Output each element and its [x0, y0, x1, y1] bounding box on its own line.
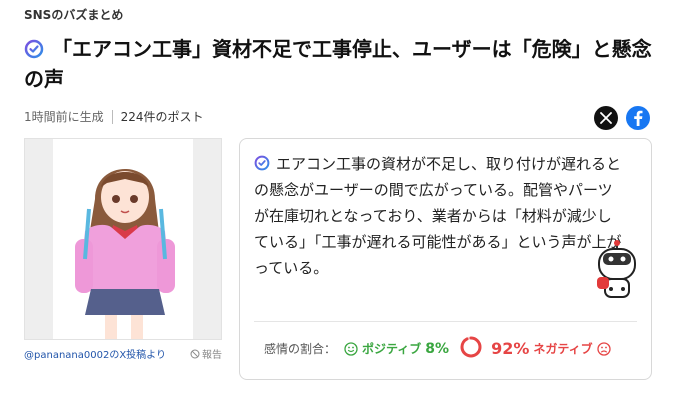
article-headline[interactable]: 「エアコン工事」資材不足で工事停止、ユーザーは「危険」と懸念の声	[24, 34, 654, 94]
card-divider	[254, 321, 637, 322]
category-label: SNSのバズまとめ	[24, 8, 124, 22]
sentiment-ring-chart	[459, 335, 483, 362]
positive-indicator: ポジティブ 8%	[344, 340, 449, 357]
headline-text: 「エアコン工事」資材不足で工事停止、ユーザーは「危険」と懸念の声	[24, 37, 652, 91]
summary-text: エアコン工事の資材が不足し、取り付けが遅れるとの懸念がユーザーの間で広がっている…	[254, 155, 622, 277]
prohibit-icon	[190, 349, 200, 358]
share-facebook-button[interactable]	[626, 106, 650, 130]
sentiment-ratio: 感情の割合： ポジティブ 8% 92% ネガティブ	[264, 335, 611, 362]
sentiment-label: 感情の割合：	[264, 342, 337, 356]
negative-indicator: 92% ネガティブ	[491, 339, 611, 358]
bolt-badge-icon	[24, 37, 44, 59]
summary-card: エアコン工事の資材が不足し、取り付けが遅れるとの懸念がユーザーの間で広がっている…	[239, 138, 652, 380]
facebook-logo-icon	[634, 110, 643, 126]
robot-mascot-icon	[593, 239, 641, 303]
generated-time: 1時間前に生成	[24, 110, 104, 124]
report-label: 報告	[202, 350, 222, 361]
x-logo-icon	[600, 112, 612, 124]
smile-icon	[344, 341, 358, 356]
bolt-badge-icon	[254, 153, 270, 171]
positive-percent: 8%	[425, 340, 450, 357]
post-image[interactable]	[24, 138, 222, 340]
negative-ring-arc	[460, 336, 482, 358]
positive-label: ポジティブ	[362, 342, 422, 356]
anime-girl-illustration	[53, 139, 193, 339]
negative-percent: 92%	[491, 339, 530, 358]
negative-label: ネガティブ	[533, 342, 593, 356]
share-buttons	[594, 106, 650, 130]
frown-icon	[597, 341, 611, 356]
meta-divider	[111, 109, 113, 124]
post-count: 224件のポスト	[120, 110, 204, 124]
article-meta: 1時間前に生成 224件のポスト	[24, 108, 204, 125]
image-caption-row: @pananana0002のX投稿より 報告	[24, 346, 222, 361]
report-button[interactable]: 報告	[190, 346, 222, 361]
image-source-link[interactable]: @pananana0002のX投稿より	[24, 346, 166, 361]
share-x-button[interactable]	[594, 106, 618, 130]
summary-body: エアコン工事の資材が不足し、取り付けが遅れるとの懸念がユーザーの間で広がっている…	[254, 151, 626, 281]
